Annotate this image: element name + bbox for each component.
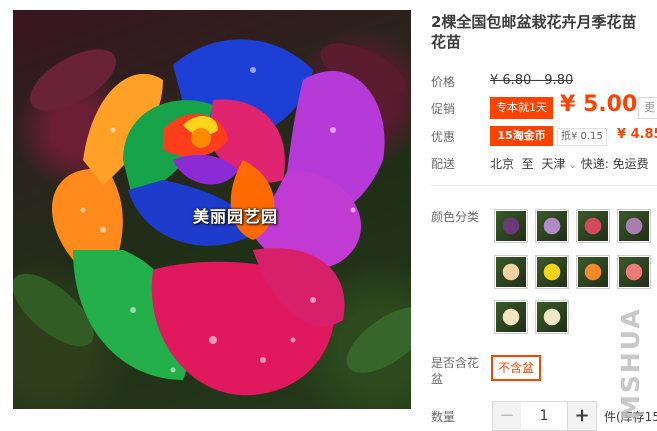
- swatch-thumbnail: [578, 211, 608, 241]
- coin-price: ¥ 4.85: [617, 127, 657, 142]
- pot-label: 是否含花 盆: [431, 355, 479, 387]
- promo-price: ¥ 5.00: [560, 92, 638, 117]
- swatch-thumbnail: [537, 211, 567, 241]
- pot-label-line1: 是否含花: [431, 356, 480, 370]
- coin-deduction: 抵¥ 0.15: [557, 128, 607, 146]
- coupon-label: 优惠: [431, 130, 456, 144]
- swatch-thumbnail: [496, 211, 526, 241]
- swatch-thumbnail: [496, 257, 526, 287]
- ship-destination-select[interactable]: 天津: [541, 157, 577, 171]
- ship-to-word: 至: [521, 157, 534, 171]
- swatch-thumbnail: [496, 302, 526, 332]
- quantity-decrease-button[interactable]: −: [492, 401, 522, 431]
- promo-label: 促销: [431, 102, 456, 116]
- photo-watermark: 美丽园艺园: [193, 207, 279, 226]
- color-swatch-cream-rose[interactable]: [494, 300, 528, 334]
- divider: [431, 185, 657, 186]
- pot-label-line2: 盆: [431, 372, 444, 386]
- quantity-input[interactable]: 1: [521, 401, 567, 431]
- quantity-label: 数量: [431, 410, 456, 424]
- color-swatch-purple-rose[interactable]: [494, 209, 528, 243]
- product-title-line2: 花苗: [431, 33, 462, 51]
- swatch-thumbnail: [537, 257, 567, 287]
- pot-option-no-pot[interactable]: 不含盆: [491, 355, 542, 381]
- color-swatch-mauve-rose[interactable]: [617, 209, 651, 243]
- color-swatch-yellow-rose[interactable]: [535, 255, 569, 289]
- color-swatch-pink-red-rose[interactable]: [576, 209, 610, 243]
- color-swatch-peach-rose[interactable]: [494, 255, 528, 289]
- taojinbi-tag[interactable]: 15淘金币: [490, 126, 553, 146]
- swatch-thumbnail: [537, 302, 567, 332]
- product-image[interactable]: 美丽园艺园: [13, 10, 411, 409]
- swatch-thumbnail: [619, 211, 649, 241]
- product-title: 2棵全国包邮盆栽花卉月季花苗 花苗: [431, 12, 657, 52]
- swatch-thumbnail: [619, 257, 649, 287]
- original-price: ¥ 6.80 - 9.80: [490, 73, 574, 88]
- shipping-info: 北京 至 天津 快递: 免运费: [490, 155, 649, 172]
- shipping-fee: 快递: 免运费: [580, 157, 649, 171]
- swatch-thumbnail: [578, 257, 608, 287]
- more-promos-button[interactable]: 更: [638, 97, 657, 119]
- color-swatch-white-rose[interactable]: [535, 300, 569, 334]
- side-watermark: MSHUA: [616, 307, 645, 420]
- delivery-label: 配送: [431, 157, 456, 171]
- color-label: 颜色分类: [431, 210, 480, 224]
- color-swatch-coral-rose[interactable]: [617, 255, 651, 289]
- price-label: 价格: [431, 75, 456, 89]
- color-swatch-orange-rose[interactable]: [576, 255, 610, 289]
- promo-tag: 专本就1天: [490, 97, 553, 119]
- ship-from: 北京: [490, 157, 515, 171]
- color-swatch-lavender-rose[interactable]: [535, 209, 569, 243]
- product-title-line1: 2棵全国包邮盆栽花卉月季花苗: [431, 13, 637, 31]
- quantity-increase-button[interactable]: +: [567, 401, 597, 431]
